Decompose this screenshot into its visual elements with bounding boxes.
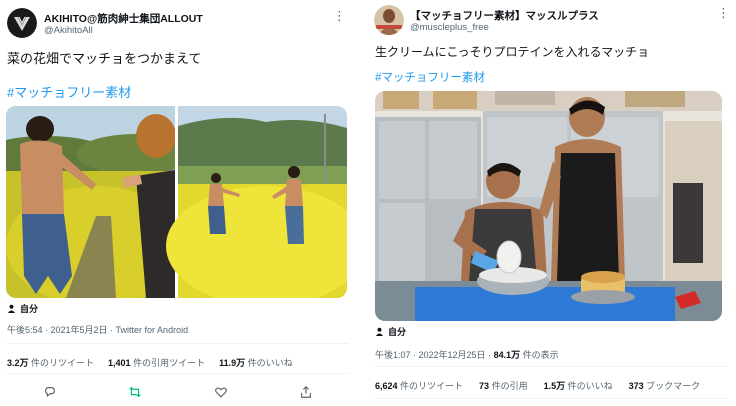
photo-1[interactable] (375, 91, 722, 321)
tagged-person-label: 自分 (20, 304, 39, 314)
more-options-icon[interactable]: ⋮ (717, 5, 731, 21)
quote-count[interactable]: 1,401 件の引用ツイート (108, 356, 205, 369)
person-icon (7, 304, 16, 313)
divider (7, 373, 349, 374)
hashtag-link[interactable]: #マッチョフリー素材 (7, 82, 131, 101)
quote-count[interactable]: 73 件の引用 (479, 379, 528, 392)
tweet-timestamp[interactable]: 午後1:07 · 2022年12月25日 · 84.1万 件の表示 (375, 348, 559, 361)
tweet-media[interactable] (375, 91, 722, 321)
like-count[interactable]: 11.9万 件のいいね (219, 356, 293, 369)
engagement-stats: 6,624 件のリツイート 73 件の引用 1.5万 件のいいね 373 ブック… (375, 379, 700, 392)
tweet-media[interactable] (6, 106, 347, 298)
tagged-person[interactable]: 自分 (375, 325, 406, 338)
user-handle[interactable]: @AkihitoAll (44, 25, 93, 36)
tweet-card-left: AKIHITO@筋肉紳士集団ALLOUT @AkihitoAll ⋮ 菜の花畑で… (0, 0, 356, 406)
retweet-count[interactable]: 6,624 件のリツイート (375, 379, 463, 392)
more-options-icon[interactable]: ⋮ (333, 8, 347, 24)
user-handle[interactable]: @muscleplus_free (410, 22, 489, 33)
reply-icon[interactable] (43, 385, 57, 399)
tweet-card-right: 【マッチョフリー素材】マッスルプラス @muscleplus_free ⋮ 生ク… (365, 0, 736, 406)
photo-1[interactable] (6, 106, 196, 298)
photo-2[interactable] (166, 106, 347, 298)
separator (356, 0, 365, 406)
action-bar (7, 383, 349, 401)
display-name[interactable]: 【マッチョフリー素材】マッスルプラス (410, 8, 599, 23)
retweet-icon[interactable] (128, 385, 142, 399)
tweet-text: 生クリームにこっそりプロテインを入れるマッチョ (375, 45, 650, 59)
tweet-timestamp[interactable]: 午後5:54 · 2021年5月2日 · Twitter for Android (7, 323, 188, 336)
retweet-count[interactable]: 3.2万 件のリツイート (7, 356, 94, 369)
divider (375, 366, 727, 367)
tagged-person-label: 自分 (388, 327, 407, 337)
divider (7, 343, 349, 344)
hashtag-link[interactable]: #マッチョフリー素材 (375, 69, 485, 85)
avatar[interactable] (7, 8, 37, 38)
view-count: 84.1万 (493, 350, 521, 360)
like-count[interactable]: 1.5万 件のいいね (544, 379, 613, 392)
tweet-text: 菜の花畑でマッチョをつかまえて (7, 51, 202, 66)
divider (375, 398, 727, 399)
bookmark-count[interactable]: 373 ブックマーク (629, 379, 701, 392)
share-icon[interactable] (299, 385, 313, 399)
display-name[interactable]: AKIHITO@筋肉紳士集団ALLOUT (44, 11, 203, 26)
person-icon (375, 327, 384, 336)
avatar[interactable] (374, 5, 404, 35)
like-icon[interactable] (214, 385, 228, 399)
tagged-person[interactable]: 自分 (7, 302, 38, 315)
engagement-stats: 3.2万 件のリツイート 1,401 件の引用ツイート 11.9万 件のいいね (7, 356, 293, 369)
